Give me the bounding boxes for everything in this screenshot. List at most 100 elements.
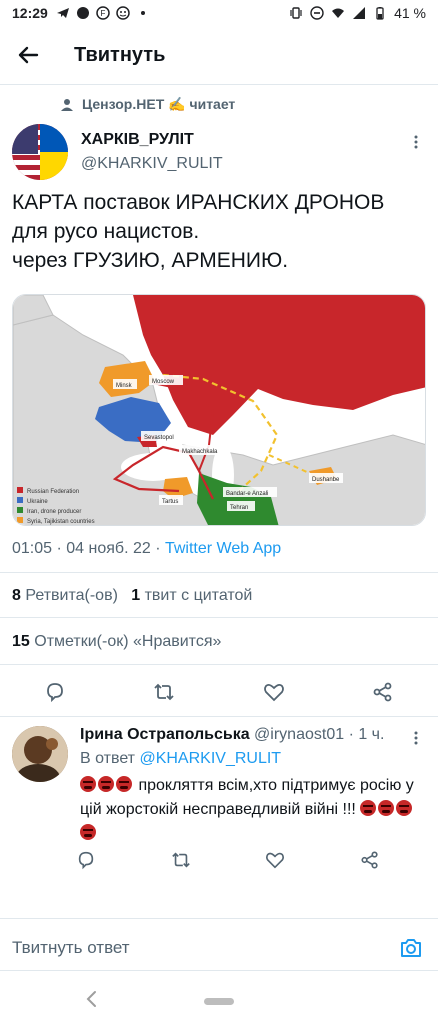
notification-icons: F xyxy=(56,6,150,20)
actions-divider xyxy=(0,716,438,717)
tweet-text: КАРТА поставок ИРАНСКИХ ДРОНОВ для русо … xyxy=(12,191,385,272)
reply-author-handle[interactable]: @irynaost01 xyxy=(254,726,344,743)
camera-icon xyxy=(401,939,421,957)
retweet-button[interactable] xyxy=(146,674,182,710)
social-context[interactable]: Цензор.НЕТ ✍️ читает xyxy=(60,96,235,113)
legend-swatch-russia xyxy=(17,487,23,493)
status-bar: 12:29 F 41 % xyxy=(0,0,438,26)
likes-divider xyxy=(0,664,438,665)
wifi-icon xyxy=(332,8,345,18)
reply-icon xyxy=(78,851,94,870)
stats-divider xyxy=(0,617,438,618)
emoji-icon xyxy=(116,6,130,20)
battery-icon xyxy=(376,7,384,20)
angry-face-icon xyxy=(80,776,96,792)
social-context-text: Цензор.НЕТ ✍️ читает xyxy=(82,96,236,112)
angry-face-icon xyxy=(98,776,114,792)
label-makhachkala: Makhachkala xyxy=(182,449,218,455)
vibrate-icon xyxy=(290,7,302,19)
legend-swatch-iran xyxy=(17,507,23,513)
page-title: Твитнуть xyxy=(74,43,166,66)
retweet-icon xyxy=(154,683,174,701)
reply-composer[interactable]: Твитнуть ответ xyxy=(0,928,438,968)
reply-icon xyxy=(46,683,63,703)
signal-icon xyxy=(353,7,366,19)
label-bandar: Bandar-e Anzali xyxy=(226,491,268,497)
back-button[interactable] xyxy=(0,27,56,83)
heart-icon xyxy=(266,852,285,869)
retweet-stats[interactable]: 8 Ретвита(-ов) 1 твит с цитатой xyxy=(12,587,252,605)
reply-to-line: В ответ @KHARKIV_RULIT xyxy=(80,750,281,768)
reply-to-handle[interactable]: @KHARKIV_RULIT xyxy=(139,750,281,767)
legend-ukraine: Ukraine xyxy=(27,499,48,505)
system-icons: 41 % xyxy=(289,5,426,21)
angry-face-icon xyxy=(116,776,132,792)
reply-actions xyxy=(68,842,388,878)
arrow-left-icon xyxy=(18,46,39,64)
dot-icon xyxy=(76,7,89,19)
reply-header: Ірина Острапольська @irynaost01 · 1 ч. xyxy=(80,726,426,744)
label-moscow: Moscow xyxy=(152,379,175,385)
compose-placeholder[interactable]: Твитнуть ответ xyxy=(12,938,130,958)
tweet-media-map[interactable]: Moscow Minsk Sevastopol Makhachkala Band… xyxy=(12,294,426,526)
likes-count: 15 xyxy=(12,633,30,650)
compose-divider xyxy=(0,918,438,919)
more-vertical-icon xyxy=(414,135,418,149)
telegram-icon xyxy=(56,8,69,18)
camera-button[interactable] xyxy=(396,933,426,963)
angry-face-icon xyxy=(396,800,413,816)
legend-swatch-ukraine xyxy=(17,497,23,503)
reply-button[interactable] xyxy=(37,674,73,710)
label-sevastopol: Sevastopol xyxy=(144,435,174,441)
author-avatar[interactable] xyxy=(12,124,68,180)
legend-swatch-allies xyxy=(17,517,23,523)
f-badge-icon: F xyxy=(96,6,110,20)
more-vertical-icon xyxy=(414,731,418,745)
legend-iran: Iran, drone producer xyxy=(27,509,81,515)
small-dot-icon xyxy=(140,11,145,15)
retweets-count: 8 xyxy=(12,587,21,604)
retweets-label: Ретвита(-ов) xyxy=(25,587,118,604)
reply-time: · 1 ч. xyxy=(348,726,385,743)
status-time: 12:29 xyxy=(12,5,48,21)
legend-russia: Russian Federation xyxy=(27,489,79,495)
author-handle[interactable]: @KHARKIV_RULIT xyxy=(81,155,223,173)
label-minsk: Minsk xyxy=(116,383,133,389)
like-button[interactable] xyxy=(256,674,292,710)
flag-avatar-image xyxy=(12,124,68,180)
share-icon xyxy=(361,851,378,869)
reply-avatar[interactable] xyxy=(12,726,68,782)
reply-author-name[interactable]: Ірина Острапольська xyxy=(80,726,250,743)
map-image: Moscow Minsk Sevastopol Makhachkala Band… xyxy=(13,295,425,525)
label-tehran: Tehran xyxy=(230,505,248,511)
label-dushanbe: Dushanbe xyxy=(312,477,340,483)
person-icon xyxy=(61,98,73,111)
nav-back-icon[interactable] xyxy=(84,990,98,1008)
author-name[interactable]: ХАРКІВ_РУЛІТ xyxy=(81,131,194,149)
svg-text:F: F xyxy=(100,9,105,18)
reply-retweet-button[interactable] xyxy=(163,842,199,878)
tweet-header: ХАРКІВ_РУЛІТ @KHARKIV_RULIT xyxy=(12,124,426,182)
battery-percent: 41 % xyxy=(394,5,426,21)
tweet-actions xyxy=(0,672,438,712)
likes-label: Отметки(-ок) «Нравится» xyxy=(34,633,222,650)
reply-like-button[interactable] xyxy=(257,842,293,878)
tweet-meta: 01:05 · 04 нояб. 22 · Twitter Web App xyxy=(12,540,281,558)
tweet-source-link[interactable]: Twitter Web App xyxy=(165,540,281,557)
more-options-button[interactable] xyxy=(406,132,426,152)
quotes-count: 1 xyxy=(131,587,141,604)
share-button[interactable] xyxy=(365,674,401,710)
reply-text: прокляття всім,хто підтримує росію у цій… xyxy=(80,774,420,846)
angry-face-icon xyxy=(80,824,96,840)
meta-divider xyxy=(0,572,438,573)
header-divider xyxy=(0,84,438,85)
reply-to-prefix: В ответ xyxy=(80,750,140,767)
retweet-icon xyxy=(171,852,190,868)
nav-home-pill[interactable] xyxy=(204,997,234,1005)
legend-allies: Syria, Tajikistan countries xyxy=(27,519,95,525)
likes-stats[interactable]: 15 Отметки(-ок) «Нравится» xyxy=(12,633,221,651)
reply-reply-button[interactable] xyxy=(68,842,104,878)
angry-face-icon xyxy=(378,800,395,816)
reply-share-button[interactable] xyxy=(352,842,388,878)
reply-more-button[interactable] xyxy=(406,728,426,748)
